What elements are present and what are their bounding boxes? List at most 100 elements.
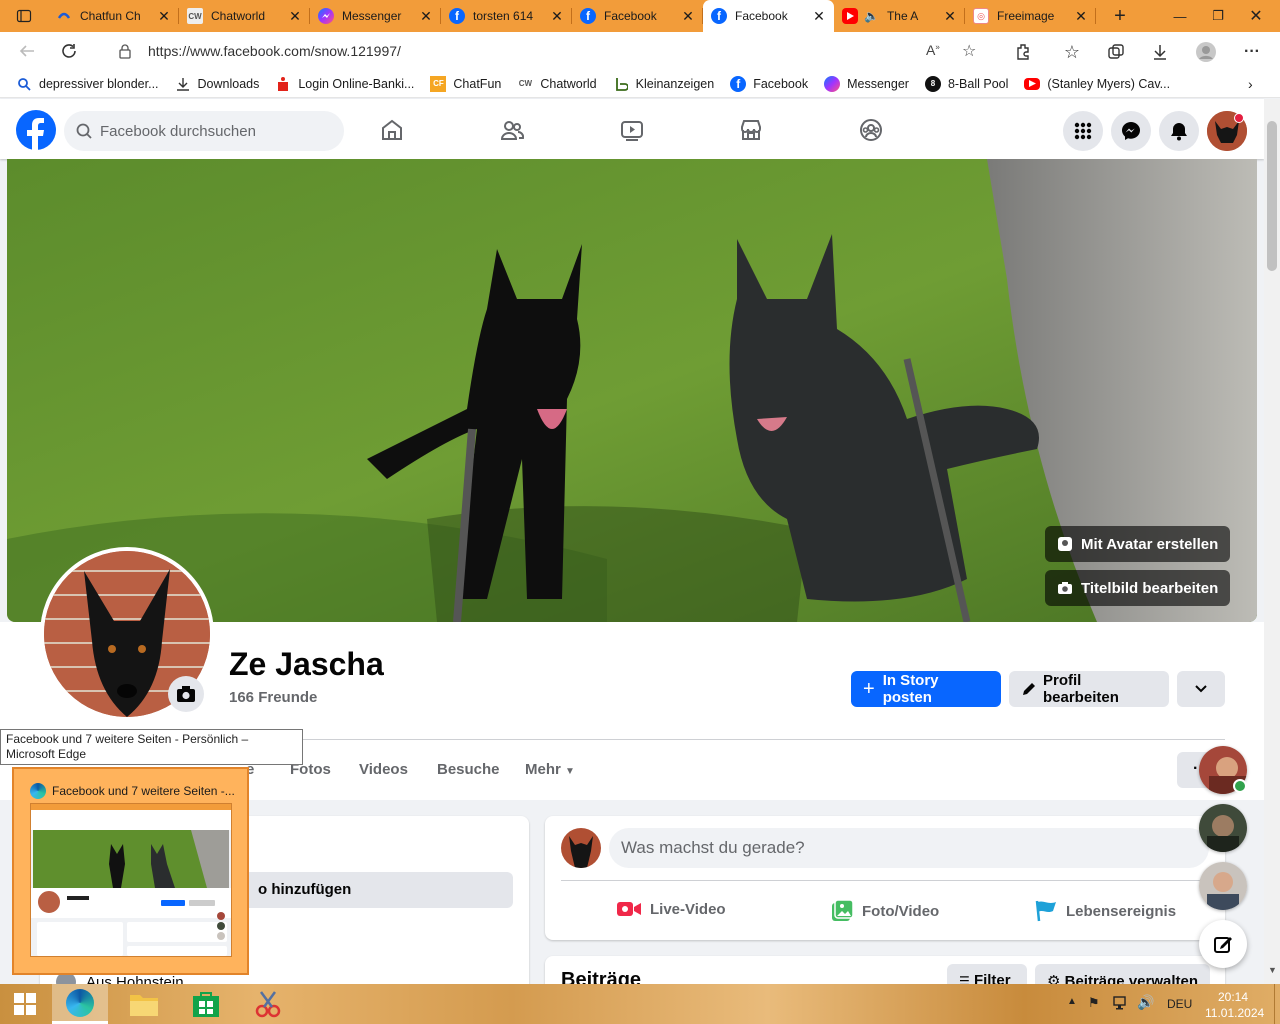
home-icon[interactable] (380, 118, 404, 142)
messenger-icon[interactable] (1111, 111, 1151, 151)
profile-icon[interactable] (1194, 40, 1218, 64)
microsoft-store-icon[interactable] (178, 984, 234, 1024)
url-field[interactable]: https://www.facebook.com/snow.121997/ A»… (100, 35, 1000, 67)
favorites-icon[interactable]: ☆ (1060, 40, 1084, 64)
new-message-button[interactable] (1199, 920, 1247, 968)
favorite-item[interactable]: f Facebook (730, 75, 808, 92)
network-icon[interactable] (1112, 994, 1130, 1012)
collections-icon[interactable] (1104, 40, 1128, 64)
taskbar-tooltip: Facebook und 7 weitere Seiten - Persönli… (0, 729, 303, 765)
new-tab-icon[interactable]: + (1096, 0, 1144, 32)
favorite-item[interactable]: 8 8-Ball Pool (924, 75, 1008, 92)
tab-more[interactable]: Mehr ▼ (525, 761, 575, 778)
browser-tab-facebook[interactable]: f Facebook ✕ (572, 0, 703, 32)
profile-more-dropdown[interactable] (1177, 671, 1225, 707)
minimize-icon[interactable]: — (1160, 0, 1200, 32)
preview-image (30, 803, 232, 957)
close-tab-icon[interactable]: ✕ (812, 8, 826, 25)
facebook-search-input[interactable]: Facebook durchsuchen (64, 111, 344, 151)
watch-icon[interactable] (620, 118, 644, 142)
clock[interactable]: 20:14 11.01.2024 (1205, 989, 1264, 1021)
close-tab-icon[interactable]: ✕ (681, 8, 695, 25)
tray-overflow-icon[interactable]: ▲ (1067, 996, 1077, 1007)
change-profile-picture-camera-icon[interactable] (168, 676, 204, 712)
tooltip-text: Facebook und 7 weitere Seiten - Persönli… (6, 732, 249, 761)
action-center-flag-icon[interactable]: ⚑ (1088, 995, 1100, 1011)
downloads-icon[interactable] (1148, 40, 1172, 64)
back-icon[interactable] (6, 32, 48, 70)
browser-tab-messenger[interactable]: Messenger ✕ (310, 0, 441, 32)
photo-video-button[interactable]: Foto/Video (830, 899, 939, 923)
facebook-icon: f (449, 8, 465, 24)
page-scrollbar[interactable]: ▼ (1264, 99, 1280, 984)
favorite-item[interactable]: Kleinanzeigen (613, 76, 714, 92)
plus-icon: + (863, 677, 875, 700)
composer-avatar[interactable] (561, 828, 601, 868)
chat-head-contact[interactable] (1199, 862, 1247, 910)
favorite-item[interactable]: Messenger (824, 75, 909, 92)
menu-grid-icon[interactable] (1063, 111, 1103, 151)
browser-tab-chatfun[interactable]: Chatfun Ch ✕ (48, 0, 179, 32)
close-tab-icon[interactable]: ✕ (157, 8, 171, 25)
browser-tab-torsten[interactable]: f torsten 614 ✕ (441, 0, 572, 32)
browser-tab-chatworld[interactable]: CW Chatworld ✕ (179, 0, 310, 32)
favorite-item[interactable]: Login Online-Banki... (275, 76, 414, 92)
friend-count[interactable]: 166 Freunde (229, 689, 317, 706)
taskbar-window-preview[interactable]: Facebook und 7 weitere Seiten -... (12, 767, 249, 975)
edge-taskbar-icon[interactable] (52, 984, 108, 1024)
favorite-item[interactable]: Downloads (175, 76, 259, 92)
chat-head-contact[interactable] (1199, 804, 1247, 852)
refresh-icon[interactable] (48, 32, 90, 70)
add-to-story-button[interactable]: + In Story posten (851, 671, 1001, 707)
scrollbar-thumb[interactable] (1267, 121, 1277, 271)
maximize-icon[interactable]: ❐ (1198, 0, 1238, 32)
speaker-icon[interactable]: 🔈 (864, 9, 879, 23)
favorite-item[interactable]: CW Chatworld (517, 76, 597, 92)
tab-more-label: Mehr (525, 761, 561, 778)
volume-icon[interactable]: 🔊 (1137, 994, 1154, 1011)
edit-cover-photo-button[interactable]: Titelbild bearbeiten (1045, 570, 1231, 606)
kleinanzeigen-icon (613, 76, 629, 92)
browser-tab-facebook-active[interactable]: f Facebook ✕ (703, 0, 834, 32)
close-tab-icon[interactable]: ✕ (288, 8, 302, 25)
show-desktop-button[interactable] (1274, 984, 1280, 1024)
favorite-item[interactable]: CF ChatFun (430, 75, 501, 92)
favorite-item[interactable]: depressiver blonder... (16, 76, 159, 92)
chevron-right-icon[interactable]: › (1248, 76, 1253, 92)
read-aloud-icon[interactable]: A» (926, 42, 940, 58)
browser-tab-freeimage[interactable]: ◎ Freeimage ✕ (965, 0, 1096, 32)
close-tab-icon[interactable]: ✕ (550, 8, 564, 25)
close-tab-icon[interactable]: ✕ (943, 8, 957, 25)
button-label: Profil bearbeiten (1043, 672, 1119, 706)
edit-profile-button[interactable]: Profil bearbeiten (1009, 671, 1169, 707)
favorite-item[interactable]: (Stanley Myers) Cav... (1024, 77, 1170, 91)
extensions-icon[interactable] (1012, 40, 1036, 64)
lock-icon[interactable] (118, 43, 132, 59)
more-icon[interactable]: ··· (1240, 40, 1264, 64)
marketplace-icon[interactable] (739, 118, 763, 142)
snipping-tool-icon[interactable] (240, 984, 296, 1024)
friends-icon[interactable] (500, 118, 524, 142)
file-explorer-icon[interactable] (116, 984, 172, 1024)
avatar-sticker-icon (1057, 536, 1073, 552)
input-language[interactable]: DEU (1167, 997, 1192, 1011)
tab-videos[interactable]: Videos (359, 761, 408, 778)
create-with-avatar-button[interactable]: Mit Avatar erstellen (1045, 526, 1231, 562)
notifications-bell-icon[interactable] (1159, 111, 1199, 151)
browser-tab-youtube[interactable]: 🔈 The A ✕ (834, 0, 965, 32)
life-event-button[interactable]: Lebensereignis (1034, 899, 1176, 923)
close-tab-icon[interactable]: ✕ (1074, 8, 1088, 25)
groups-icon[interactable] (859, 118, 883, 142)
close-tab-icon[interactable]: ✕ (419, 8, 433, 25)
tab-checkins[interactable]: Besuche (437, 761, 500, 778)
live-video-button[interactable]: Live-Video (616, 899, 726, 919)
tab-title: Freeimage (997, 9, 1055, 23)
whats-on-your-mind-input[interactable]: Was machst du gerade? (609, 828, 1209, 868)
close-window-icon[interactable]: ✕ (1236, 0, 1276, 32)
favorite-label: Login Online-Banki... (298, 76, 415, 91)
windows-start-icon[interactable] (0, 984, 50, 1024)
tab-actions-icon[interactable] (0, 0, 48, 32)
scroll-down-icon[interactable]: ▼ (1268, 965, 1277, 975)
add-favorite-icon[interactable]: ☆ (962, 41, 976, 61)
facebook-logo-icon[interactable] (16, 110, 56, 150)
